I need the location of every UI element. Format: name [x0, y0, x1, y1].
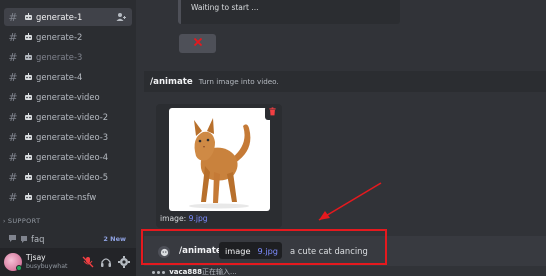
hash-icon: #	[8, 10, 18, 24]
channel-label: faq	[31, 234, 45, 244]
category-support[interactable]: › SUPPORT	[3, 217, 40, 225]
hash-icon: #	[8, 30, 18, 44]
channel-item-generate-video-5[interactable]: # generate-video-5	[4, 168, 132, 186]
channel-item-generate-1[interactable]: # generate-1	[4, 8, 132, 26]
chat-area: Waiting to start ... /animate Turn image…	[136, 0, 546, 276]
channel-item-generate-3[interactable]: # generate-3	[4, 48, 132, 66]
typing-dot-icon	[162, 271, 165, 274]
cancel-button[interactable]	[179, 34, 216, 53]
channel-item-faq[interactable]: faq 2 New	[4, 230, 132, 248]
command-description: Turn image into video.	[198, 77, 279, 86]
forum-icon-2	[20, 234, 28, 244]
cat-image[interactable]	[169, 108, 270, 211]
attachment-label: image: 9.jpg	[160, 214, 208, 223]
typing-text: 正在输入...	[202, 268, 237, 276]
status-embed: Waiting to start ...	[178, 0, 400, 24]
embed-status-text: Waiting to start ...	[191, 3, 259, 12]
channel-label: generate-video-4	[36, 152, 109, 162]
robot-icon	[23, 193, 34, 201]
channel-item-generate-video-2[interactable]: # generate-video-2	[4, 108, 132, 126]
hash-icon: #	[8, 130, 18, 144]
typing-indicator: vaca888正在输入...	[152, 267, 237, 276]
username: Tjsay	[26, 253, 46, 262]
hash-icon: #	[8, 90, 18, 104]
typing-user: vaca888	[169, 268, 203, 276]
channel-item-generate-video[interactable]: # generate-video	[4, 88, 132, 106]
channel-label: generate-video-2	[36, 112, 109, 122]
robot-icon	[23, 173, 34, 181]
channel-label: generate-1	[36, 12, 83, 22]
hash-icon: #	[8, 150, 18, 164]
image-attachment: image: 9.jpg	[156, 104, 282, 228]
attachment-label-prefix: image:	[160, 214, 189, 223]
channel-item-generate-video-4[interactable]: # generate-video-4	[4, 148, 132, 166]
channel-item-generate-video-3[interactable]: # generate-video-3	[4, 128, 132, 146]
channel-label: generate-nsfw	[36, 192, 97, 202]
add-member-icon[interactable]	[116, 12, 126, 22]
channel-label: generate-3	[36, 52, 83, 62]
hash-icon: #	[8, 70, 18, 84]
remove-attachment-button[interactable]	[265, 106, 279, 120]
channel-item-generate-2[interactable]: # generate-2	[4, 28, 132, 46]
channel-label: generate-2	[36, 32, 83, 42]
channel-label: generate-video-5	[36, 172, 109, 182]
cat-illustration	[189, 118, 251, 209]
hash-icon: #	[8, 170, 18, 184]
robot-icon	[23, 93, 34, 101]
x-icon	[193, 37, 203, 50]
online-status-icon	[16, 265, 22, 271]
robot-icon	[23, 13, 34, 21]
hash-icon: #	[8, 190, 18, 204]
category-label: SUPPORT	[7, 217, 41, 225]
command-header: /animate Turn image into video.	[144, 71, 546, 92]
robot-icon	[23, 73, 34, 81]
typing-dot-icon	[152, 271, 155, 274]
robot-icon	[23, 53, 34, 61]
channel-label: generate-video-3	[36, 132, 109, 142]
attachment-filename[interactable]: 9.jpg	[189, 214, 208, 223]
headphones-icon[interactable]	[100, 256, 112, 268]
chevron-right-icon: ›	[3, 217, 6, 225]
typing-dot-icon	[157, 271, 160, 274]
user-status: busybuywhat	[26, 263, 68, 270]
hash-icon: #	[8, 110, 18, 124]
channel-item-generate-nsfw[interactable]: # generate-nsfw	[4, 188, 132, 206]
channel-label: generate-video	[36, 92, 100, 102]
user-panel: Tjsay busybuywhat	[0, 248, 136, 276]
channel-sidebar: # generate-1 # generate-2 # generate-3 #…	[0, 0, 136, 276]
robot-icon	[23, 153, 34, 161]
mute-mic-icon[interactable]	[82, 256, 94, 268]
highlight-box	[141, 229, 387, 265]
forum-icon	[8, 234, 18, 244]
channel-item-generate-4[interactable]: # generate-4	[4, 68, 132, 86]
robot-icon	[23, 113, 34, 121]
robot-icon	[23, 133, 34, 141]
command-name: /animate	[150, 76, 193, 87]
hash-icon: #	[8, 50, 18, 64]
channel-label: generate-4	[36, 72, 83, 82]
trash-icon	[268, 107, 277, 119]
new-posts-badge: 2 New	[103, 235, 126, 243]
robot-icon	[23, 33, 34, 41]
gear-icon[interactable]	[118, 256, 130, 268]
